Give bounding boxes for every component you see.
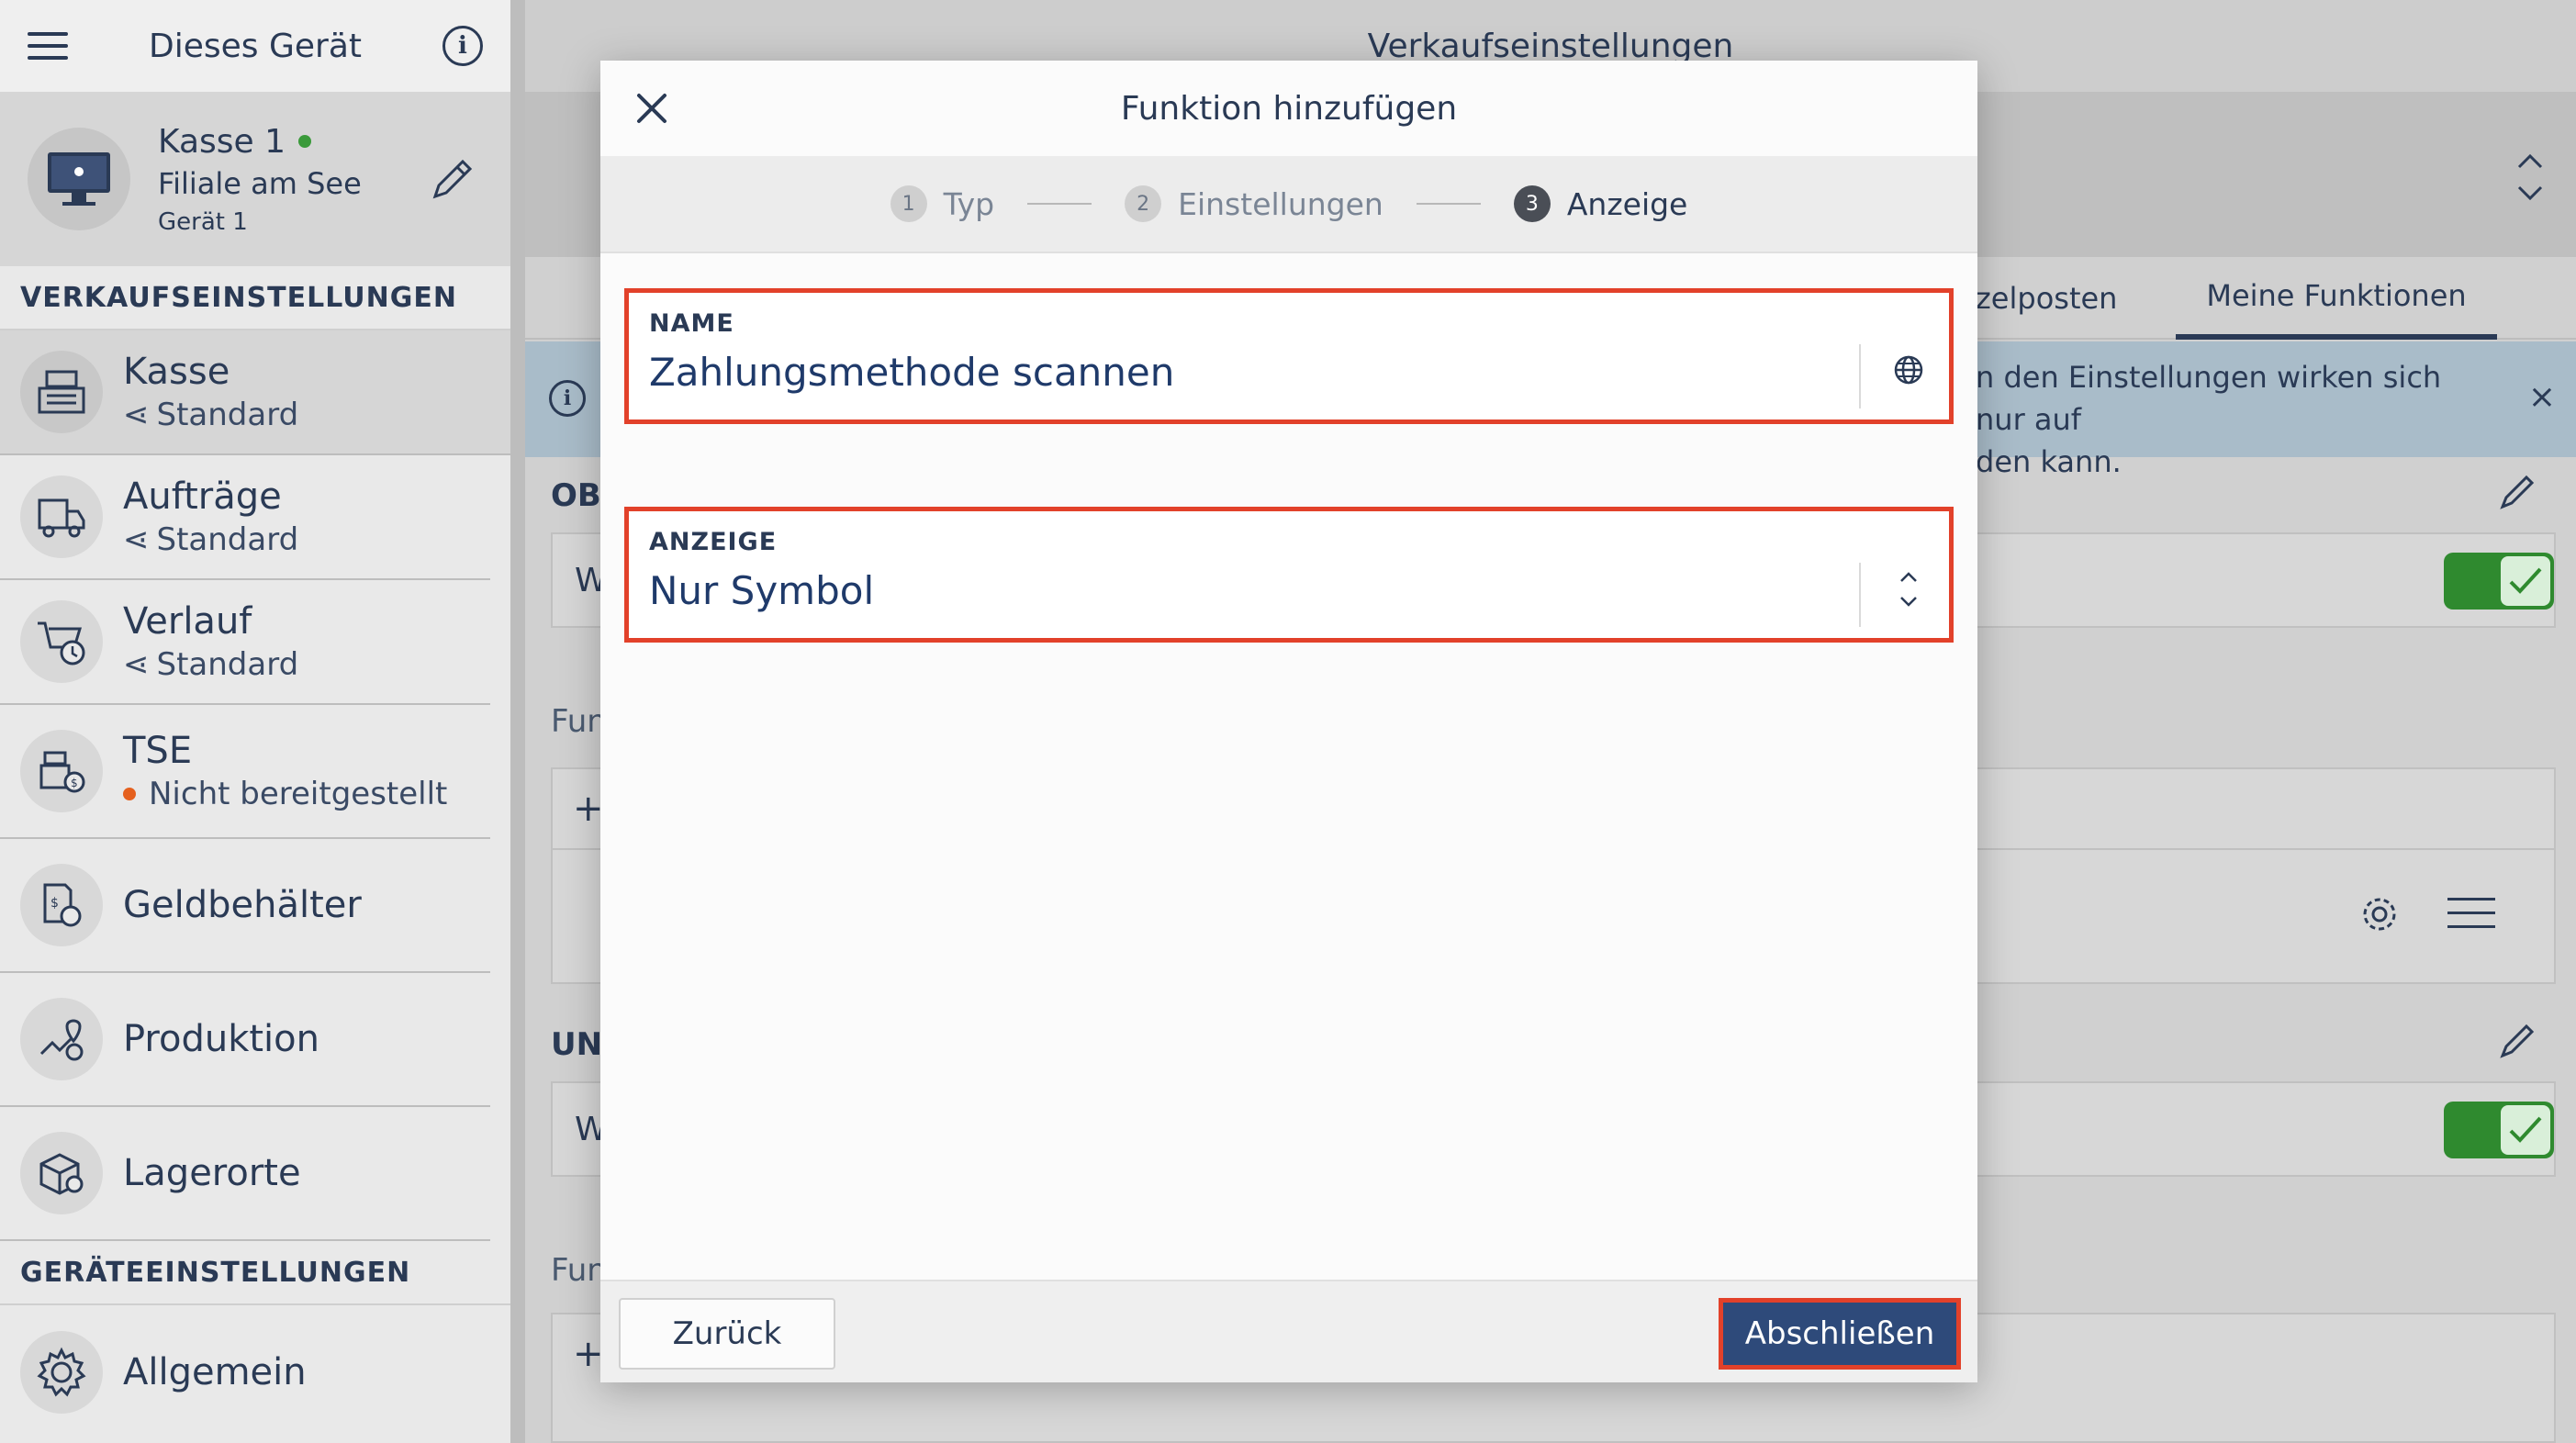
step-number: 3	[1513, 185, 1551, 222]
share-icon: ⋖	[123, 397, 150, 433]
computer-icon	[28, 128, 130, 230]
check-icon	[2501, 556, 2550, 606]
pencil-icon[interactable]	[2497, 1019, 2539, 1065]
sidebar-item-produktion[interactable]: Produktion	[0, 973, 490, 1107]
sidebar-item-label: Verlauf	[123, 600, 252, 643]
back-button[interactable]: Zurück	[619, 1298, 835, 1370]
functions-label: Fun	[551, 1252, 607, 1289]
production-location-icon	[20, 998, 103, 1080]
sidebar: Dieses Gerät i Kasse 1 Filiale am See Ge…	[0, 0, 510, 1443]
name-field-label: NAME	[649, 309, 734, 338]
check-icon	[2501, 1105, 2550, 1155]
step-typ[interactable]: 1 Typ	[890, 185, 995, 222]
device-card[interactable]: Kasse 1 Filiale am See Gerät 1	[0, 92, 510, 266]
sidebar-item-label: TSE	[123, 730, 193, 772]
step-connector	[1027, 203, 1092, 205]
name-field[interactable]: NAME Zahlungsmethode scannen	[624, 288, 1954, 424]
display-field[interactable]: ANZEIGE Nur Symbol	[624, 507, 1954, 643]
display-select[interactable]: Nur Symbol	[649, 568, 874, 613]
history-cart-icon	[20, 600, 103, 683]
banner-text: n den Einstellungen wirken sich nur auf …	[1976, 360, 2442, 479]
cash-register-icon	[20, 351, 103, 433]
share-icon: ⋖	[123, 521, 150, 558]
menu-icon[interactable]	[28, 32, 68, 60]
sidebar-item-label: Allgemein	[123, 1351, 307, 1393]
sidebar-item-label: Kasse	[123, 351, 230, 393]
sidebar-item-sublabel: Standard	[156, 397, 299, 433]
online-status-dot	[298, 135, 312, 148]
edit-pencil-icon[interactable]	[428, 154, 477, 207]
cash-drawer-icon: $	[20, 864, 103, 946]
sidebar-item-label: Produktion	[123, 1018, 319, 1060]
section-label: UN	[551, 1026, 603, 1063]
tab-meine-funktionen[interactable]: Meine Funktionen	[2176, 257, 2497, 340]
tab-einzelposten[interactable]: zelposten	[1976, 257, 2117, 340]
sidebar-item-lagerorte[interactable]: Lagerorte	[0, 1107, 490, 1241]
sidebar-item-label: Geldbehälter	[123, 884, 362, 926]
sidebar-title: Dieses Gerät	[149, 27, 362, 65]
sidebar-item-tse[interactable]: $ TSE Nicht bereitgestellt	[0, 705, 490, 839]
close-icon[interactable]: ×	[2528, 378, 2556, 416]
field-divider	[1859, 563, 1861, 627]
finish-button[interactable]: Abschließen	[1719, 1298, 1961, 1370]
share-icon: ⋖	[123, 646, 150, 683]
dialog-footer: Zurück Abschließen	[600, 1280, 1977, 1382]
svg-text:$: $	[71, 777, 78, 789]
sidebar-item-sublabel: Standard	[156, 646, 299, 683]
section-device-settings: GERÄTEEINSTELLUNGEN	[0, 1241, 510, 1305]
gear-icon[interactable]	[2359, 894, 2400, 938]
step-anzeige[interactable]: 3 Anzeige	[1513, 185, 1688, 222]
drag-handle-icon[interactable]	[2447, 898, 2495, 928]
sidebar-item-label: Aufträge	[123, 475, 282, 518]
close-icon[interactable]	[632, 88, 672, 129]
step-einstellungen[interactable]: 2 Einstellungen	[1125, 185, 1383, 222]
delivery-truck-icon	[20, 475, 103, 558]
sidebar-item-geldbehaelter[interactable]: $ Geldbehälter	[0, 839, 490, 973]
select-chevron-icon[interactable]	[1892, 566, 1925, 616]
warning-status-dot	[123, 788, 136, 800]
sidebar-divider	[510, 0, 525, 1443]
dialog-title: Funktion hinzufügen	[1120, 89, 1458, 128]
pencil-icon[interactable]	[2497, 470, 2539, 516]
step-number: 1	[890, 185, 927, 222]
section-sales-settings: VERKAUFSEINSTELLUNGEN	[0, 266, 510, 330]
step-label: Typ	[943, 185, 995, 222]
functions-label: Fun	[551, 703, 607, 740]
add-function-dialog: Funktion hinzufügen 1 Typ 2 Einstellunge…	[600, 61, 1977, 1382]
step-label: Einstellungen	[1178, 185, 1383, 222]
toggle-switch[interactable]	[2444, 1102, 2554, 1158]
sidebar-item-allgemein[interactable]: Allgemein	[0, 1305, 490, 1439]
gear-icon	[20, 1331, 103, 1414]
name-input[interactable]: Zahlungsmethode scannen	[649, 350, 1174, 395]
step-connector	[1416, 203, 1481, 205]
add-icon[interactable]: +	[573, 1333, 604, 1375]
stepper: 1 Typ 2 Einstellungen 3 Anzeige	[600, 156, 1977, 253]
sidebar-item-sublabel: Standard	[156, 521, 299, 558]
sidebar-item-kasse[interactable]: Kasse ⋖ Standard	[0, 330, 510, 455]
sidebar-item-verlauf[interactable]: Verlauf ⋖ Standard	[0, 580, 490, 705]
sidebar-item-label: Lagerorte	[123, 1152, 301, 1194]
storage-box-icon	[20, 1132, 103, 1214]
device-name: Kasse 1	[158, 122, 286, 161]
svg-text:$: $	[50, 896, 59, 911]
chevron-up-down-icon[interactable]	[2512, 145, 2548, 213]
step-label: Anzeige	[1566, 185, 1688, 222]
sidebar-item-auftraege[interactable]: Aufträge ⋖ Standard	[0, 455, 490, 580]
toggle-switch[interactable]	[2444, 553, 2554, 610]
info-icon[interactable]: i	[442, 26, 483, 66]
tse-register-icon: $	[20, 730, 103, 812]
globe-icon[interactable]	[1892, 353, 1925, 390]
device-location: Filiale am See	[158, 165, 362, 201]
dialog-header: Funktion hinzufügen	[600, 61, 1977, 156]
field-divider	[1859, 344, 1861, 408]
add-icon[interactable]: +	[573, 788, 604, 830]
device-label: Gerät 1	[158, 207, 248, 236]
sidebar-item-sublabel: Nicht bereitgestellt	[149, 776, 448, 812]
sidebar-header: Dieses Gerät i	[0, 0, 510, 92]
step-number: 2	[1125, 185, 1162, 222]
display-field-label: ANZEIGE	[649, 528, 778, 556]
info-icon: i	[549, 380, 586, 417]
